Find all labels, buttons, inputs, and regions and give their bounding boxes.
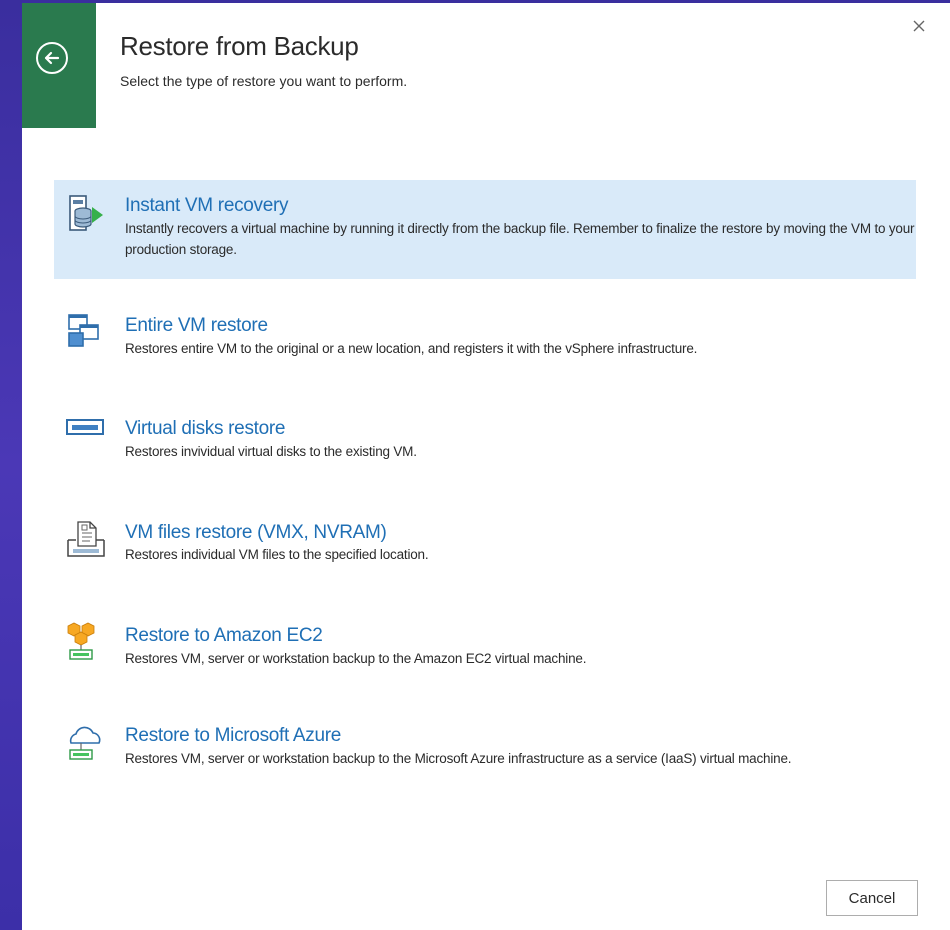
option-title[interactable]: Entire VM restore — [125, 315, 268, 337]
option-entire-vm-restore[interactable]: Entire VM restore Restores entire VM to … — [54, 303, 916, 363]
option-description: Restores invividual virtual disks to the… — [125, 444, 417, 459]
option-title[interactable]: Instant VM recovery — [125, 195, 289, 217]
vm-files-icon — [66, 520, 106, 560]
dialog-subtitle: Select the type of restore you want to p… — [120, 73, 408, 89]
back-arrow-icon[interactable] — [36, 42, 68, 74]
cancel-button[interactable]: Cancel — [826, 880, 918, 916]
option-vm-files-restore[interactable]: VM files restore (VMX, NVRAM) Restores i… — [54, 508, 916, 572]
option-description: Restores VM, server or workstation backu… — [125, 651, 587, 666]
option-title[interactable]: VM files restore (VMX, NVRAM) — [125, 522, 387, 544]
option-restore-amazon-ec2[interactable]: Restore to Amazon EC2 Restores VM, serve… — [54, 613, 916, 677]
dialog-title: Restore from Backup — [120, 31, 359, 61]
option-restore-microsoft-azure[interactable]: Restore to Microsoft Azure Restores VM, … — [54, 713, 916, 777]
option-description: Restores entire VM to the original or a … — [125, 341, 698, 356]
close-icon[interactable] — [910, 17, 928, 35]
amazon-ec2-icon — [66, 621, 106, 661]
option-title[interactable]: Restore to Amazon EC2 — [125, 625, 323, 647]
option-virtual-disks-restore[interactable]: Virtual disks restore Restores invividua… — [54, 406, 916, 466]
restore-dialog: Restore from Backup Select the type of r… — [22, 3, 950, 930]
entire-vm-restore-icon — [66, 311, 106, 351]
option-instant-vm-recovery[interactable]: Instant VM recovery Instantly recovers a… — [54, 180, 916, 279]
option-description: Restores VM, server or workstation backu… — [125, 751, 792, 766]
instant-vm-recovery-icon — [66, 194, 106, 234]
back-tile[interactable] — [22, 3, 96, 128]
option-description: Instantly recovers a virtual machine by … — [125, 221, 915, 257]
option-title[interactable]: Restore to Microsoft Azure — [125, 725, 341, 747]
virtual-disk-icon — [66, 410, 106, 450]
option-description: Restores individual VM files to the spec… — [125, 547, 429, 562]
option-title[interactable]: Virtual disks restore — [125, 418, 286, 440]
microsoft-azure-icon — [66, 723, 106, 763]
